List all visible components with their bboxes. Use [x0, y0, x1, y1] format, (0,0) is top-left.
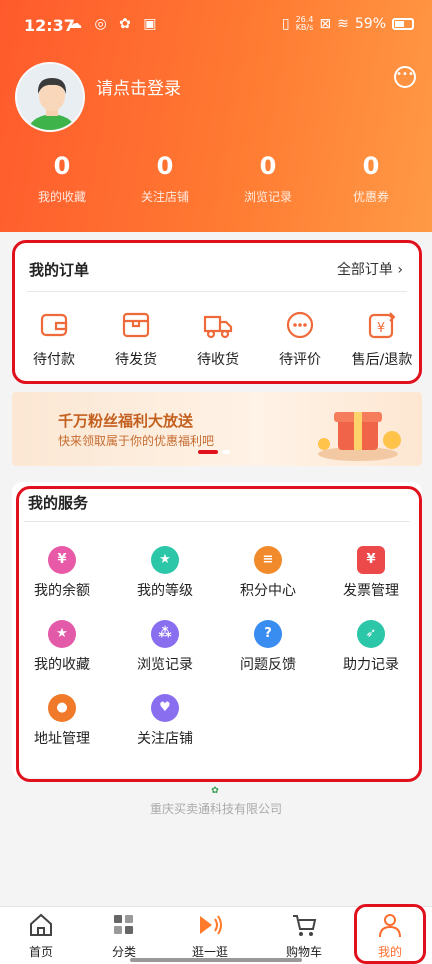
star-icon: ★ — [48, 620, 76, 648]
avatar[interactable] — [15, 62, 85, 132]
stat-coupons[interactable]: 0 优惠券 — [326, 152, 416, 205]
avatar-icon — [17, 64, 83, 130]
vibrate-icon: ▯ — [281, 16, 290, 32]
truck-icon — [203, 315, 233, 339]
order-label: 待付款 — [33, 352, 75, 368]
banner-indicator-active — [198, 450, 218, 454]
order-refund[interactable]: ¥ 售后/退款 — [343, 309, 421, 369]
tab-label: 首页 — [28, 945, 53, 959]
order-label: 待收货 — [197, 352, 239, 368]
stat-label: 关注店铺 — [140, 190, 189, 204]
orders-title: 我的订单 — [29, 261, 90, 279]
banner-indicator — [222, 450, 230, 454]
tab-category[interactable]: 分类 — [84, 911, 164, 960]
service-label: 浏览记录 — [137, 657, 193, 673]
tab-browse[interactable]: 逛一逛 — [170, 911, 250, 960]
service-label: 我的余额 — [34, 583, 90, 599]
service-label: 问题反馈 — [240, 657, 296, 673]
company-logo-icon: ✿ — [211, 786, 219, 796]
comment-icon — [286, 311, 314, 339]
orders-card: 我的订单 全部订单 › 待付款 待发货 待收货 待评价 ¥ 售后/退款 — [12, 240, 422, 384]
battery-text: 59% — [354, 16, 386, 32]
service-feedback[interactable]: ? 问题反馈 — [220, 620, 316, 674]
tab-home[interactable]: 首页 — [1, 911, 81, 960]
play-icon — [200, 915, 222, 935]
stat-history[interactable]: 0 浏览记录 — [223, 152, 313, 205]
points-icon: ≡ — [254, 546, 282, 574]
message-icon[interactable]: ••• — [394, 66, 416, 88]
footprint-icon: ⁂ — [151, 620, 179, 648]
service-invoice[interactable]: ¥ 发票管理 — [323, 546, 419, 600]
order-label: 售后/退款 — [351, 352, 413, 368]
rocket-icon: ➶ — [357, 620, 385, 648]
tab-mine-highlight — [354, 904, 426, 964]
company-name: 重庆买卖通科技有限公司 — [149, 802, 282, 816]
service-followed-shops[interactable]: ♥ 关注店铺 — [117, 694, 213, 748]
service-label: 地址管理 — [34, 731, 90, 747]
service-label: 积分中心 — [240, 583, 296, 599]
sim-icon: ⊠ — [319, 16, 332, 32]
balance-icon: ¥ — [48, 546, 76, 574]
home-icon — [30, 913, 52, 936]
service-label: 我的收藏 — [34, 657, 90, 673]
heart-icon: ♥ — [151, 694, 179, 722]
stat-favorites[interactable]: 0 我的收藏 — [17, 152, 107, 205]
wifi-icon: ≋ — [337, 16, 349, 32]
divider — [27, 291, 407, 292]
box-icon — [122, 312, 150, 338]
service-label: 关注店铺 — [137, 731, 193, 747]
status-bar: 12:37 ☁ ◎ ✿ ▣ ▯ 26.4 KB/s ⊠ ≋ 59% — [0, 0, 432, 52]
refund-icon: ¥ — [368, 312, 396, 339]
stat-label: 浏览记录 — [243, 190, 292, 204]
login-prompt[interactable]: 请点击登录 — [96, 74, 181, 99]
status-right: ▯ 26.4 KB/s ⊠ ≋ 59% — [282, 16, 414, 32]
order-pending-receipt[interactable]: 待收货 — [179, 309, 257, 369]
all-orders-label: 全部订单 — [336, 262, 393, 278]
order-label: 待评价 — [279, 352, 321, 368]
location-icon: ● — [48, 694, 76, 722]
wallet-icon — [40, 313, 68, 337]
service-balance[interactable]: ¥ 我的余额 — [14, 546, 110, 600]
order-label: 待发货 — [115, 352, 157, 368]
service-level[interactable]: ★ 我的等级 — [117, 546, 213, 600]
stat-followed-shops[interactable]: 0 关注店铺 — [120, 152, 210, 205]
network-speed: 26.4 KB/s — [295, 15, 314, 32]
gift-illustration-icon — [318, 412, 401, 461]
service-history[interactable]: ⁂ 浏览记录 — [117, 620, 213, 674]
service-label: 我的等级 — [137, 583, 193, 599]
stat-value: 0 — [362, 152, 380, 180]
home-indicator[interactable] — [130, 958, 302, 962]
level-icon: ★ — [151, 546, 179, 574]
service-label: 助力记录 — [343, 657, 399, 673]
chevron-right-icon: › — [397, 262, 403, 278]
stat-value: 0 — [259, 152, 277, 180]
service-address[interactable]: ● 地址管理 — [14, 694, 110, 748]
profile-header: 12:37 ☁ ◎ ✿ ▣ ▯ 26.4 KB/s ⊠ ≋ 59% 请点击登录 … — [0, 0, 432, 232]
promo-banner[interactable]: 千万粉丝福利大放送 快来领取属于你的优惠福利吧 — [12, 392, 422, 466]
svg-text:¥: ¥ — [377, 321, 385, 336]
service-favorites[interactable]: ★ 我的收藏 — [14, 620, 110, 674]
service-label: 发票管理 — [343, 583, 399, 599]
order-pending-shipment[interactable]: 待发货 — [97, 309, 175, 369]
banner-title: 千万粉丝福利大放送 — [58, 412, 194, 430]
all-orders-link[interactable]: 全部订单 › — [337, 259, 403, 279]
category-icon — [114, 915, 133, 934]
order-pending-payment[interactable]: 待付款 — [15, 309, 93, 369]
stat-label: 优惠券 — [352, 190, 389, 204]
notification-icons: ☁ ◎ ✿ ▣ — [68, 16, 161, 32]
stat-label: 我的收藏 — [37, 190, 86, 204]
order-pending-review[interactable]: 待评价 — [261, 309, 339, 369]
cart-icon — [293, 915, 317, 936]
stat-value: 0 — [53, 152, 71, 180]
question-icon: ? — [254, 620, 282, 648]
service-points[interactable]: ≡ 积分中心 — [220, 546, 316, 600]
invoice-icon: ¥ — [357, 546, 385, 574]
banner-subtitle: 快来领取属于你的优惠福利吧 — [58, 434, 215, 448]
service-boost-records[interactable]: ➶ 助力记录 — [323, 620, 419, 674]
battery-icon — [392, 18, 414, 30]
tab-cart[interactable]: 购物车 — [264, 911, 344, 960]
stat-value: 0 — [156, 152, 174, 180]
